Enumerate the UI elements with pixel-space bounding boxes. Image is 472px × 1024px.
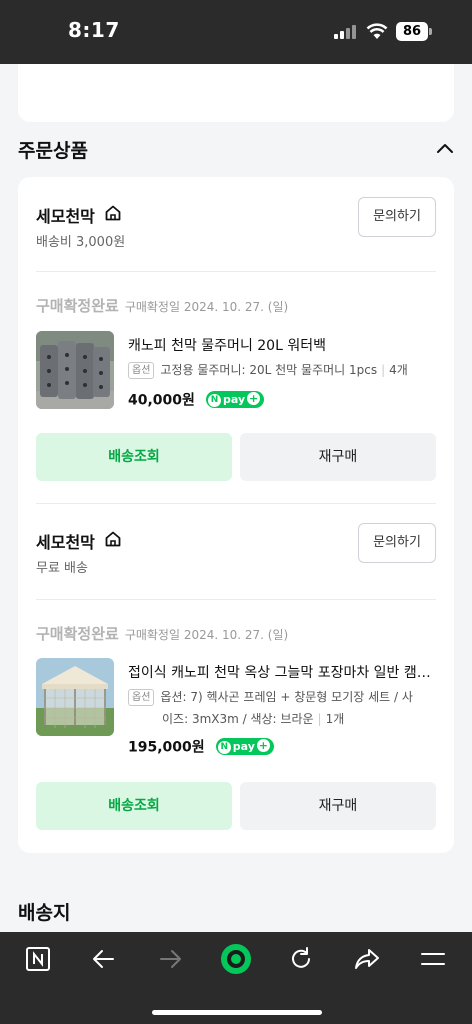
order-actions: 배송조회 재구매 — [36, 433, 436, 481]
rebuy-button[interactable]: 재구매 — [240, 782, 436, 830]
bottom-nav — [0, 932, 472, 1024]
status-date: 구매확정일 2024. 10. 27. (일) — [124, 300, 289, 314]
previous-card — [18, 64, 454, 122]
product-item[interactable]: 캐노피 천막 물주머니 20L 워터백 옵션 고정용 물주머니: 20L 천막 물… — [36, 331, 436, 421]
product-options: 옵션 옵션: 7) 헥사곤 프레임 + 창문형 모기장 세트 / 사 — [128, 686, 436, 708]
product-title[interactable]: 캐노피 천막 물주머니 20L 워터백 — [128, 335, 436, 355]
option-badge: 옵션 — [128, 362, 155, 379]
green-dot-icon[interactable] — [220, 943, 252, 975]
shipping-fee: 배송비 3,000원 — [36, 235, 126, 250]
chevron-up-icon[interactable] — [436, 140, 454, 158]
seller-name[interactable]: 세모천막 — [36, 529, 95, 553]
order-items-header[interactable]: 주문상품 — [18, 128, 454, 168]
signal-icon — [334, 25, 360, 39]
status-text: 구매확정완료 — [36, 297, 119, 315]
order-card: 세모천막 배송비 3,000원 문의하기 구매확정완료구매확정일 2024. 1… — [18, 177, 454, 853]
product-item[interactable]: 접이식 캐노피 천막 옥상 그늘막 포장마차 일반 캠핑 천막 옵션 옵션: 7)… — [36, 658, 436, 756]
option-text: 고정용 물주머니: 20L 천막 물주머니 1pcs — [160, 363, 378, 377]
price: 195,000원 — [128, 739, 205, 756]
option-text-line2: 이즈: 3mX3m / 색상: 브라운 — [162, 712, 314, 726]
status-time: 8:17 — [68, 18, 120, 42]
product-options: 옵션 고정용 물주머니: 20L 천막 물주머니 1pcs | 4개 — [128, 359, 436, 381]
order-status: 구매확정완료 구매확정일 2024. 10. 27. (일) — [36, 623, 436, 645]
forward-arrow-icon[interactable] — [156, 945, 184, 973]
option-separator: | — [317, 712, 322, 726]
share-icon[interactable] — [353, 945, 381, 973]
status-text: 구매확정완료 — [36, 625, 119, 643]
product-thumbnail[interactable] — [36, 331, 114, 409]
naver-home-icon[interactable] — [24, 945, 52, 973]
seller-block: 세모천막 배송비 3,000원 문의하기 — [36, 197, 436, 273]
shipping-address-title: 배송지 — [18, 902, 71, 924]
seller-block: 세모천막 무료 배송 문의하기 — [36, 523, 436, 599]
inquiry-button[interactable]: 문의하기 — [358, 523, 436, 563]
order-status: 구매확정완료 구매확정일 2024. 10. 27. (일) — [36, 295, 436, 317]
divider — [36, 599, 436, 600]
refresh-icon[interactable] — [287, 945, 315, 973]
option-badge: 옵션 — [128, 689, 155, 706]
section-title: 주문상품 — [18, 140, 88, 162]
divider — [36, 271, 436, 272]
quantity: 4개 — [389, 363, 408, 377]
quantity: 1개 — [325, 712, 345, 726]
battery-tip — [429, 28, 432, 35]
option-separator: | — [381, 363, 386, 377]
product-title[interactable]: 접이식 캐노피 천막 옥상 그늘막 포장마차 일반 캠핑 천막 — [128, 662, 436, 682]
battery-icon: 86 — [396, 22, 428, 41]
price-row: 40,000원 Npay + — [128, 389, 265, 411]
option-text-line1: 옵션: 7) 헥사곤 프레임 + 창문형 모기장 세트 / 사 — [160, 690, 413, 704]
status-bar: 8:17 86 — [0, 0, 472, 64]
product-options-cont: 이즈: 3mX3m / 색상: 브라운 | 1개 — [128, 708, 436, 730]
inquiry-button[interactable]: 문의하기 — [358, 197, 436, 237]
seller-name[interactable]: 세모천막 — [36, 203, 95, 227]
menu-icon[interactable] — [419, 945, 447, 973]
wifi-icon — [366, 23, 388, 39]
npay-plus-icon: Npay + — [215, 738, 274, 755]
track-shipment-button[interactable]: 배송조회 — [36, 433, 232, 481]
home-indicator[interactable] — [152, 1010, 322, 1015]
status-date: 구매확정일 2024. 10. 27. (일) — [124, 628, 289, 642]
order-actions: 배송조회 재구매 — [36, 782, 436, 830]
shipping-fee: 무료 배송 — [36, 561, 88, 576]
back-arrow-icon[interactable] — [90, 945, 118, 973]
product-thumbnail[interactable] — [36, 658, 114, 736]
rebuy-button[interactable]: 재구매 — [240, 433, 436, 481]
divider — [36, 503, 436, 504]
npay-plus-icon: Npay + — [206, 391, 265, 408]
store-home-icon[interactable] — [104, 204, 122, 222]
store-home-icon[interactable] — [104, 530, 122, 548]
track-shipment-button[interactable]: 배송조회 — [36, 782, 232, 830]
price: 40,000원 — [128, 392, 195, 409]
price-row: 195,000원 Npay + — [128, 736, 274, 758]
